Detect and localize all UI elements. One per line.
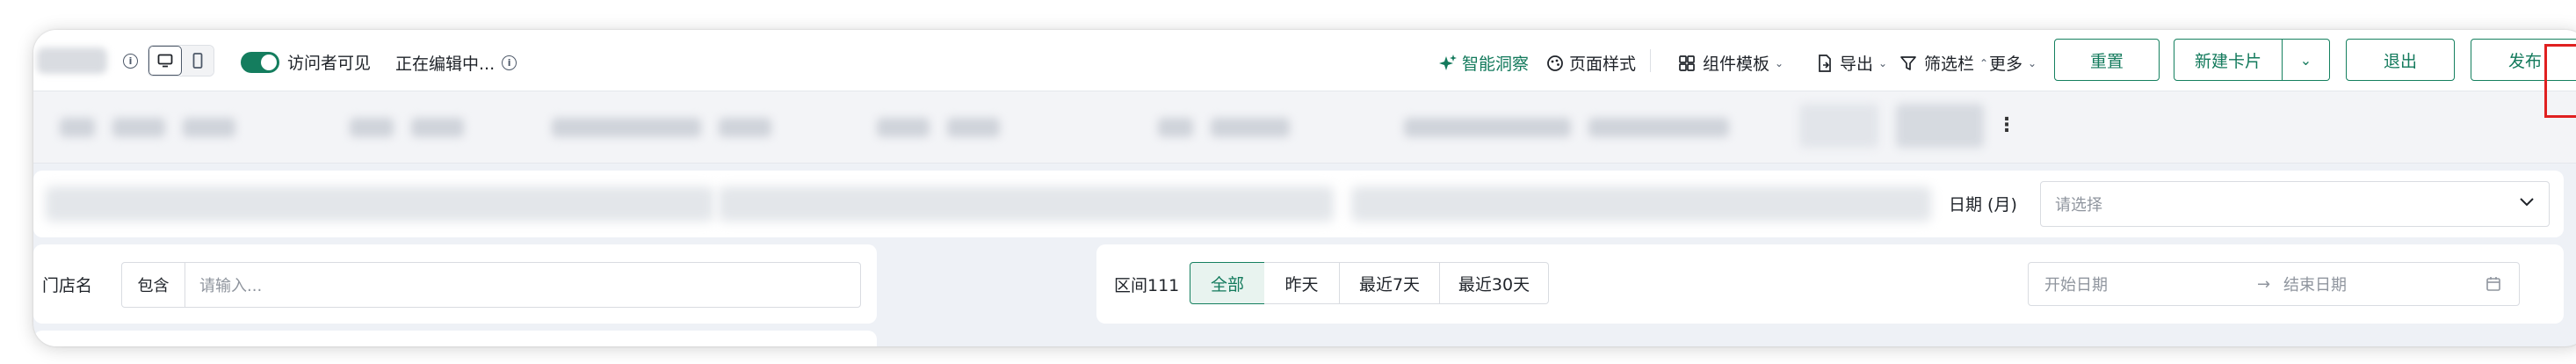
chevron-down-icon: ⌄ <box>2028 56 2037 69</box>
chevron-down-icon: ⌄ <box>2299 51 2312 69</box>
editor-toolbar: i 访问者可见 正在编辑中... i 智能洞察 页面样式 组件模板 ⌄ 导出 ⌄… <box>33 30 2576 91</box>
publish-highlight-box <box>2544 44 2576 118</box>
blurred-chip <box>719 118 771 137</box>
blurred-filter <box>46 186 713 222</box>
toolbar-divider <box>1650 49 1651 72</box>
reset-button[interactable]: 重置 <box>2054 39 2160 81</box>
filter-bar-label: 筛选栏 <box>1924 55 1975 74</box>
filter-row-1: 日期 (月) 请选择 <box>33 171 2564 237</box>
mobile-icon <box>192 53 203 69</box>
blurred-chip <box>411 118 464 137</box>
visibility-toggle-group: 访问者可见 <box>241 50 371 74</box>
date-month-select[interactable]: 请选择 <box>2040 181 2550 227</box>
smart-insight-button[interactable]: 智能洞察 <box>1439 51 1529 75</box>
visible-to-visitors-toggle[interactable] <box>241 51 279 73</box>
blurred-chip <box>1588 118 1729 137</box>
blurred-filter <box>1351 186 1931 222</box>
store-filter-panel: 门店名 包含 请输入... <box>33 244 877 324</box>
blurred-chip <box>1404 118 1571 137</box>
editing-status-label: 正在编辑中... <box>395 55 496 74</box>
mobile-view-button[interactable] <box>182 46 213 76</box>
range-option-7days[interactable]: 最近7天 <box>1340 262 1440 304</box>
range-arrow-icon: → <box>2257 274 2271 294</box>
chevron-down-icon: ⌄ <box>1775 56 1784 69</box>
desktop-view-button[interactable] <box>148 46 182 76</box>
sparkle-icon <box>1439 54 1457 70</box>
range-option-all[interactable]: 全部 <box>1190 262 1265 304</box>
more-tabs-icon[interactable]: ⋮ <box>1997 114 2016 136</box>
calendar-icon <box>2486 277 2500 291</box>
more-menu[interactable]: 更多 ⌄ <box>1989 51 2037 75</box>
component-template-label: 组件模板 <box>1703 55 1770 74</box>
blurred-filter <box>719 186 1334 222</box>
component-template-menu[interactable]: 组件模板 ⌄ <box>1678 51 1784 75</box>
blurred-chip <box>1799 104 1878 148</box>
blurred-chip <box>112 118 165 137</box>
device-switcher <box>148 45 214 76</box>
page-name-blurred <box>37 47 107 74</box>
page-style-label: 页面样式 <box>1569 55 1637 74</box>
next-filter-panel-partial <box>33 331 877 346</box>
page-style-button[interactable]: 页面样式 <box>1546 51 1636 75</box>
store-name-input[interactable]: 请输入... <box>199 273 262 296</box>
page-info-icon[interactable]: i <box>123 54 138 69</box>
visible-to-visitors-label: 访问者可见 <box>287 54 372 73</box>
blurred-chip <box>183 118 235 137</box>
filter-icon <box>1900 55 1916 70</box>
desktop-icon <box>157 54 173 68</box>
exit-button[interactable]: 退出 <box>2346 39 2455 81</box>
export-label: 导出 <box>1840 55 1874 74</box>
dashboard-editor-window: i 访问者可见 正在编辑中... i 智能洞察 页面样式 组件模板 ⌄ 导出 ⌄… <box>33 30 2576 346</box>
blurred-chip <box>552 118 701 137</box>
editing-info-icon[interactable]: i <box>502 55 517 70</box>
blurred-chip <box>350 118 394 137</box>
filter-bar-menu[interactable]: 筛选栏 ⌃ <box>1899 51 1988 75</box>
blurred-chip <box>947 118 1000 137</box>
grid-icon <box>1679 55 1695 71</box>
date-month-placeholder: 请选择 <box>2055 196 2102 215</box>
chevron-up-icon: ⌃ <box>1979 56 1989 69</box>
start-date-input[interactable]: 开始日期 <box>2044 273 2108 295</box>
new-card-button[interactable]: 新建卡片 <box>2174 39 2283 81</box>
filter-tabs-row-blurred: ⋮ <box>33 91 2576 164</box>
palette-icon <box>1547 55 1563 71</box>
range-filter-panel: 区间111 全部 昨天 最近7天 最近30天 开始日期 → 结束日期 <box>1096 244 2564 324</box>
blurred-chip <box>1158 118 1193 137</box>
export-icon <box>1819 54 1831 72</box>
store-operator-select[interactable]: 包含 <box>122 263 185 307</box>
blurred-chip <box>60 118 95 137</box>
date-month-label: 日期 (月) <box>1949 195 2017 215</box>
blurred-chip <box>877 118 930 137</box>
end-date-input[interactable]: 结束日期 <box>2283 273 2347 295</box>
date-range-picker[interactable]: 开始日期 → 结束日期 <box>2028 262 2520 306</box>
store-label: 门店名 <box>42 276 93 295</box>
range-option-30days[interactable]: 最近30天 <box>1440 262 1549 304</box>
range-option-yesterday[interactable]: 昨天 <box>1264 262 1340 304</box>
new-card-dropdown-button[interactable]: ⌄ <box>2283 39 2330 81</box>
store-filter-input-group: 包含 请输入... <box>121 262 861 308</box>
editing-status: 正在编辑中... i <box>395 51 517 75</box>
blurred-chip <box>1896 104 1984 148</box>
chevron-down-icon: ⌄ <box>1878 56 1888 69</box>
smart-insight-label: 智能洞察 <box>1462 55 1530 74</box>
range-label: 区间111 <box>1114 276 1180 295</box>
chevron-down-icon <box>2520 198 2534 207</box>
more-label: 更多 <box>1989 55 2023 74</box>
export-menu[interactable]: 导出 ⌄ <box>1817 51 1887 75</box>
blurred-chip <box>1211 118 1290 137</box>
